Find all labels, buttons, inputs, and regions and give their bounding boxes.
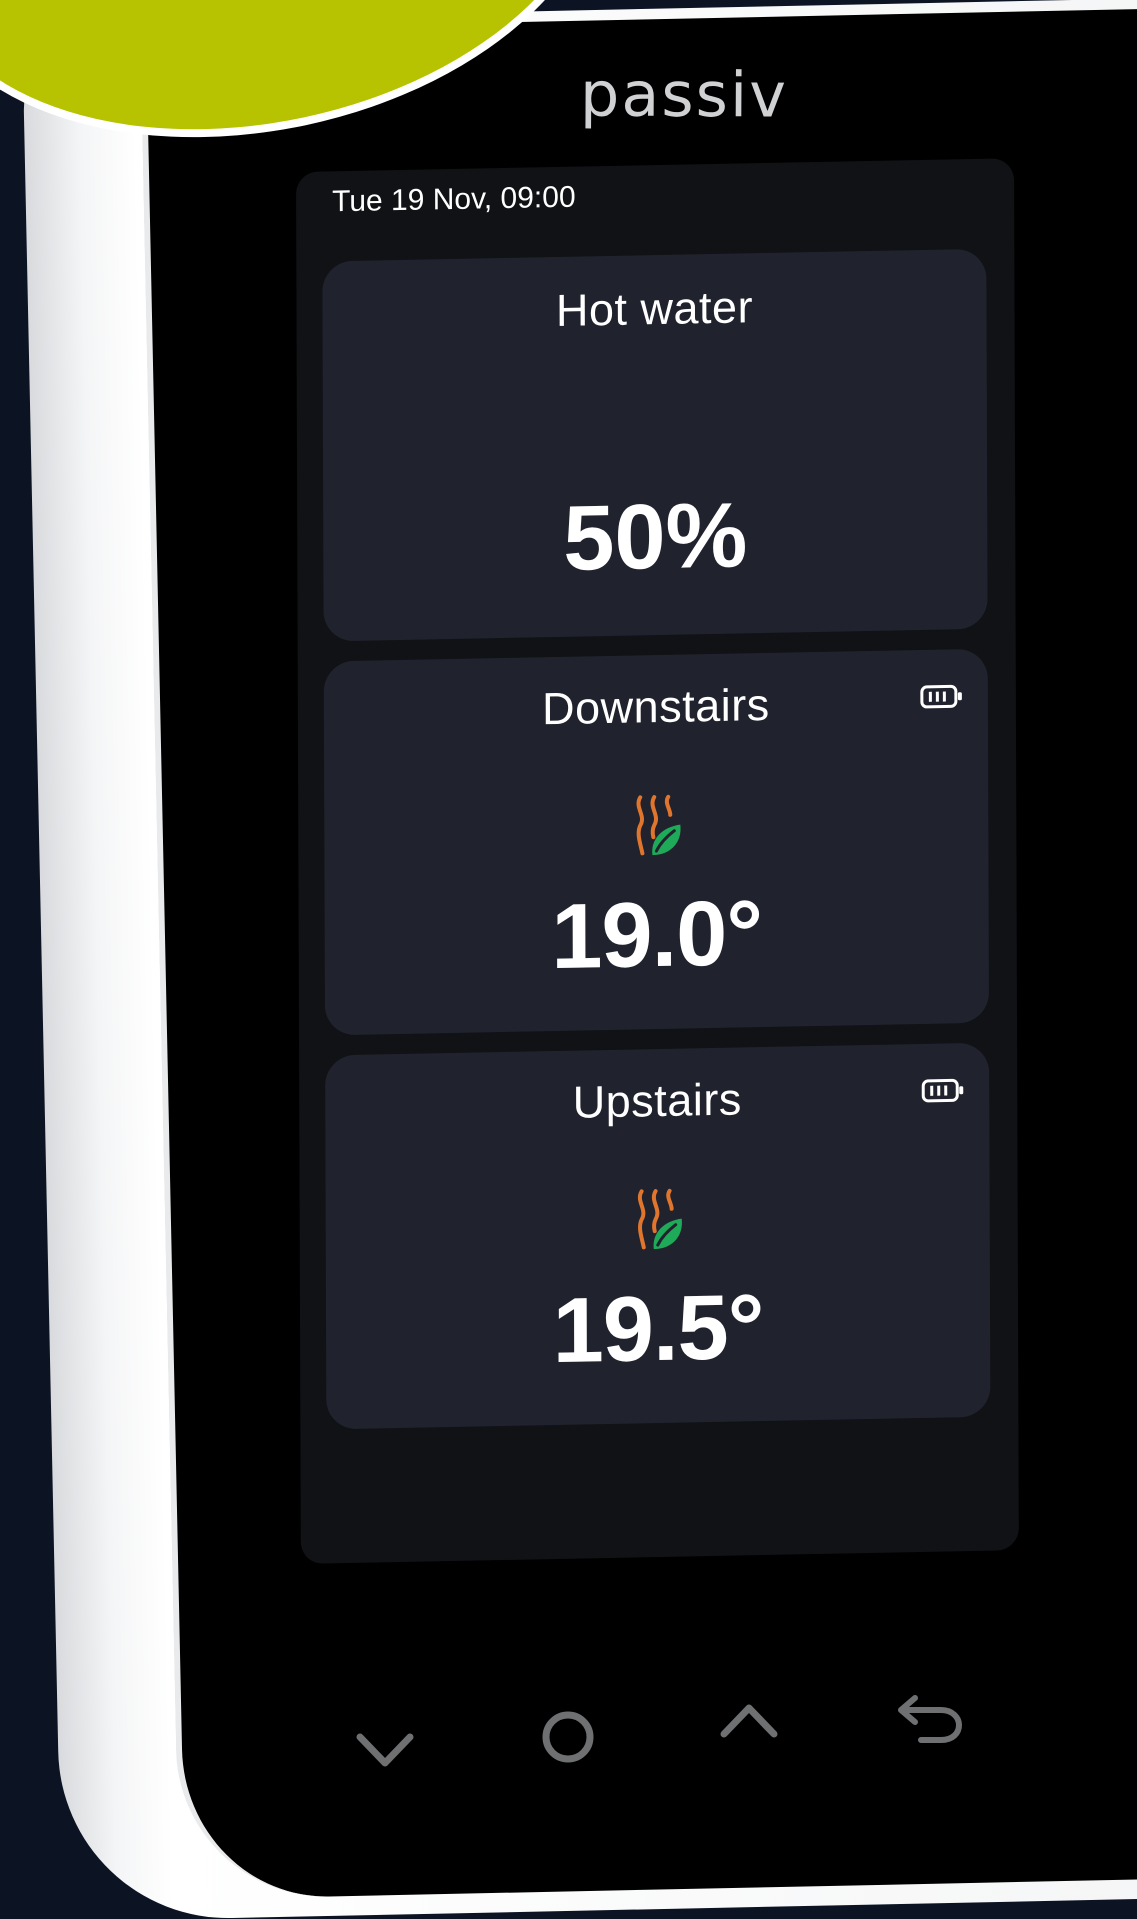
brand-logo: passiv [579, 57, 789, 132]
datetime-label: Tue 19 Nov, 09:00 [332, 180, 576, 219]
hot-water-card[interactable]: Hot water 50% [322, 248, 988, 642]
hot-water-level: 50% [563, 484, 748, 590]
upstairs-temperature: 19.5° [552, 1276, 764, 1383]
downstairs-zone-card[interactable]: Downstairs 19.0° [323, 648, 990, 1036]
back-arrow-icon[interactable] [885, 1670, 975, 1760]
upstairs-zone-card[interactable]: Upstairs 19.5° [325, 1042, 991, 1430]
downstairs-title: Downstairs [542, 678, 770, 735]
heating-eco-icon [636, 794, 681, 856]
thermostat-screen: Tue 19 Nov, 09:00 Hot water 50% Downstai… [296, 158, 1019, 1564]
hot-water-title: Hot water [555, 281, 754, 337]
battery-icon [920, 684, 962, 709]
heating-eco-icon [637, 1188, 682, 1250]
upstairs-title: Upstairs [572, 1073, 742, 1128]
circle-home-icon[interactable] [523, 1690, 613, 1780]
downstairs-temperature: 19.0° [551, 882, 763, 989]
chevron-up-icon[interactable] [704, 1680, 794, 1770]
chevron-down-icon[interactable] [340, 1705, 430, 1795]
device-scene: passiv Tue 19 Nov, 09:00 Hot water 50% D… [0, 0, 1137, 1919]
battery-icon [921, 1078, 964, 1103]
